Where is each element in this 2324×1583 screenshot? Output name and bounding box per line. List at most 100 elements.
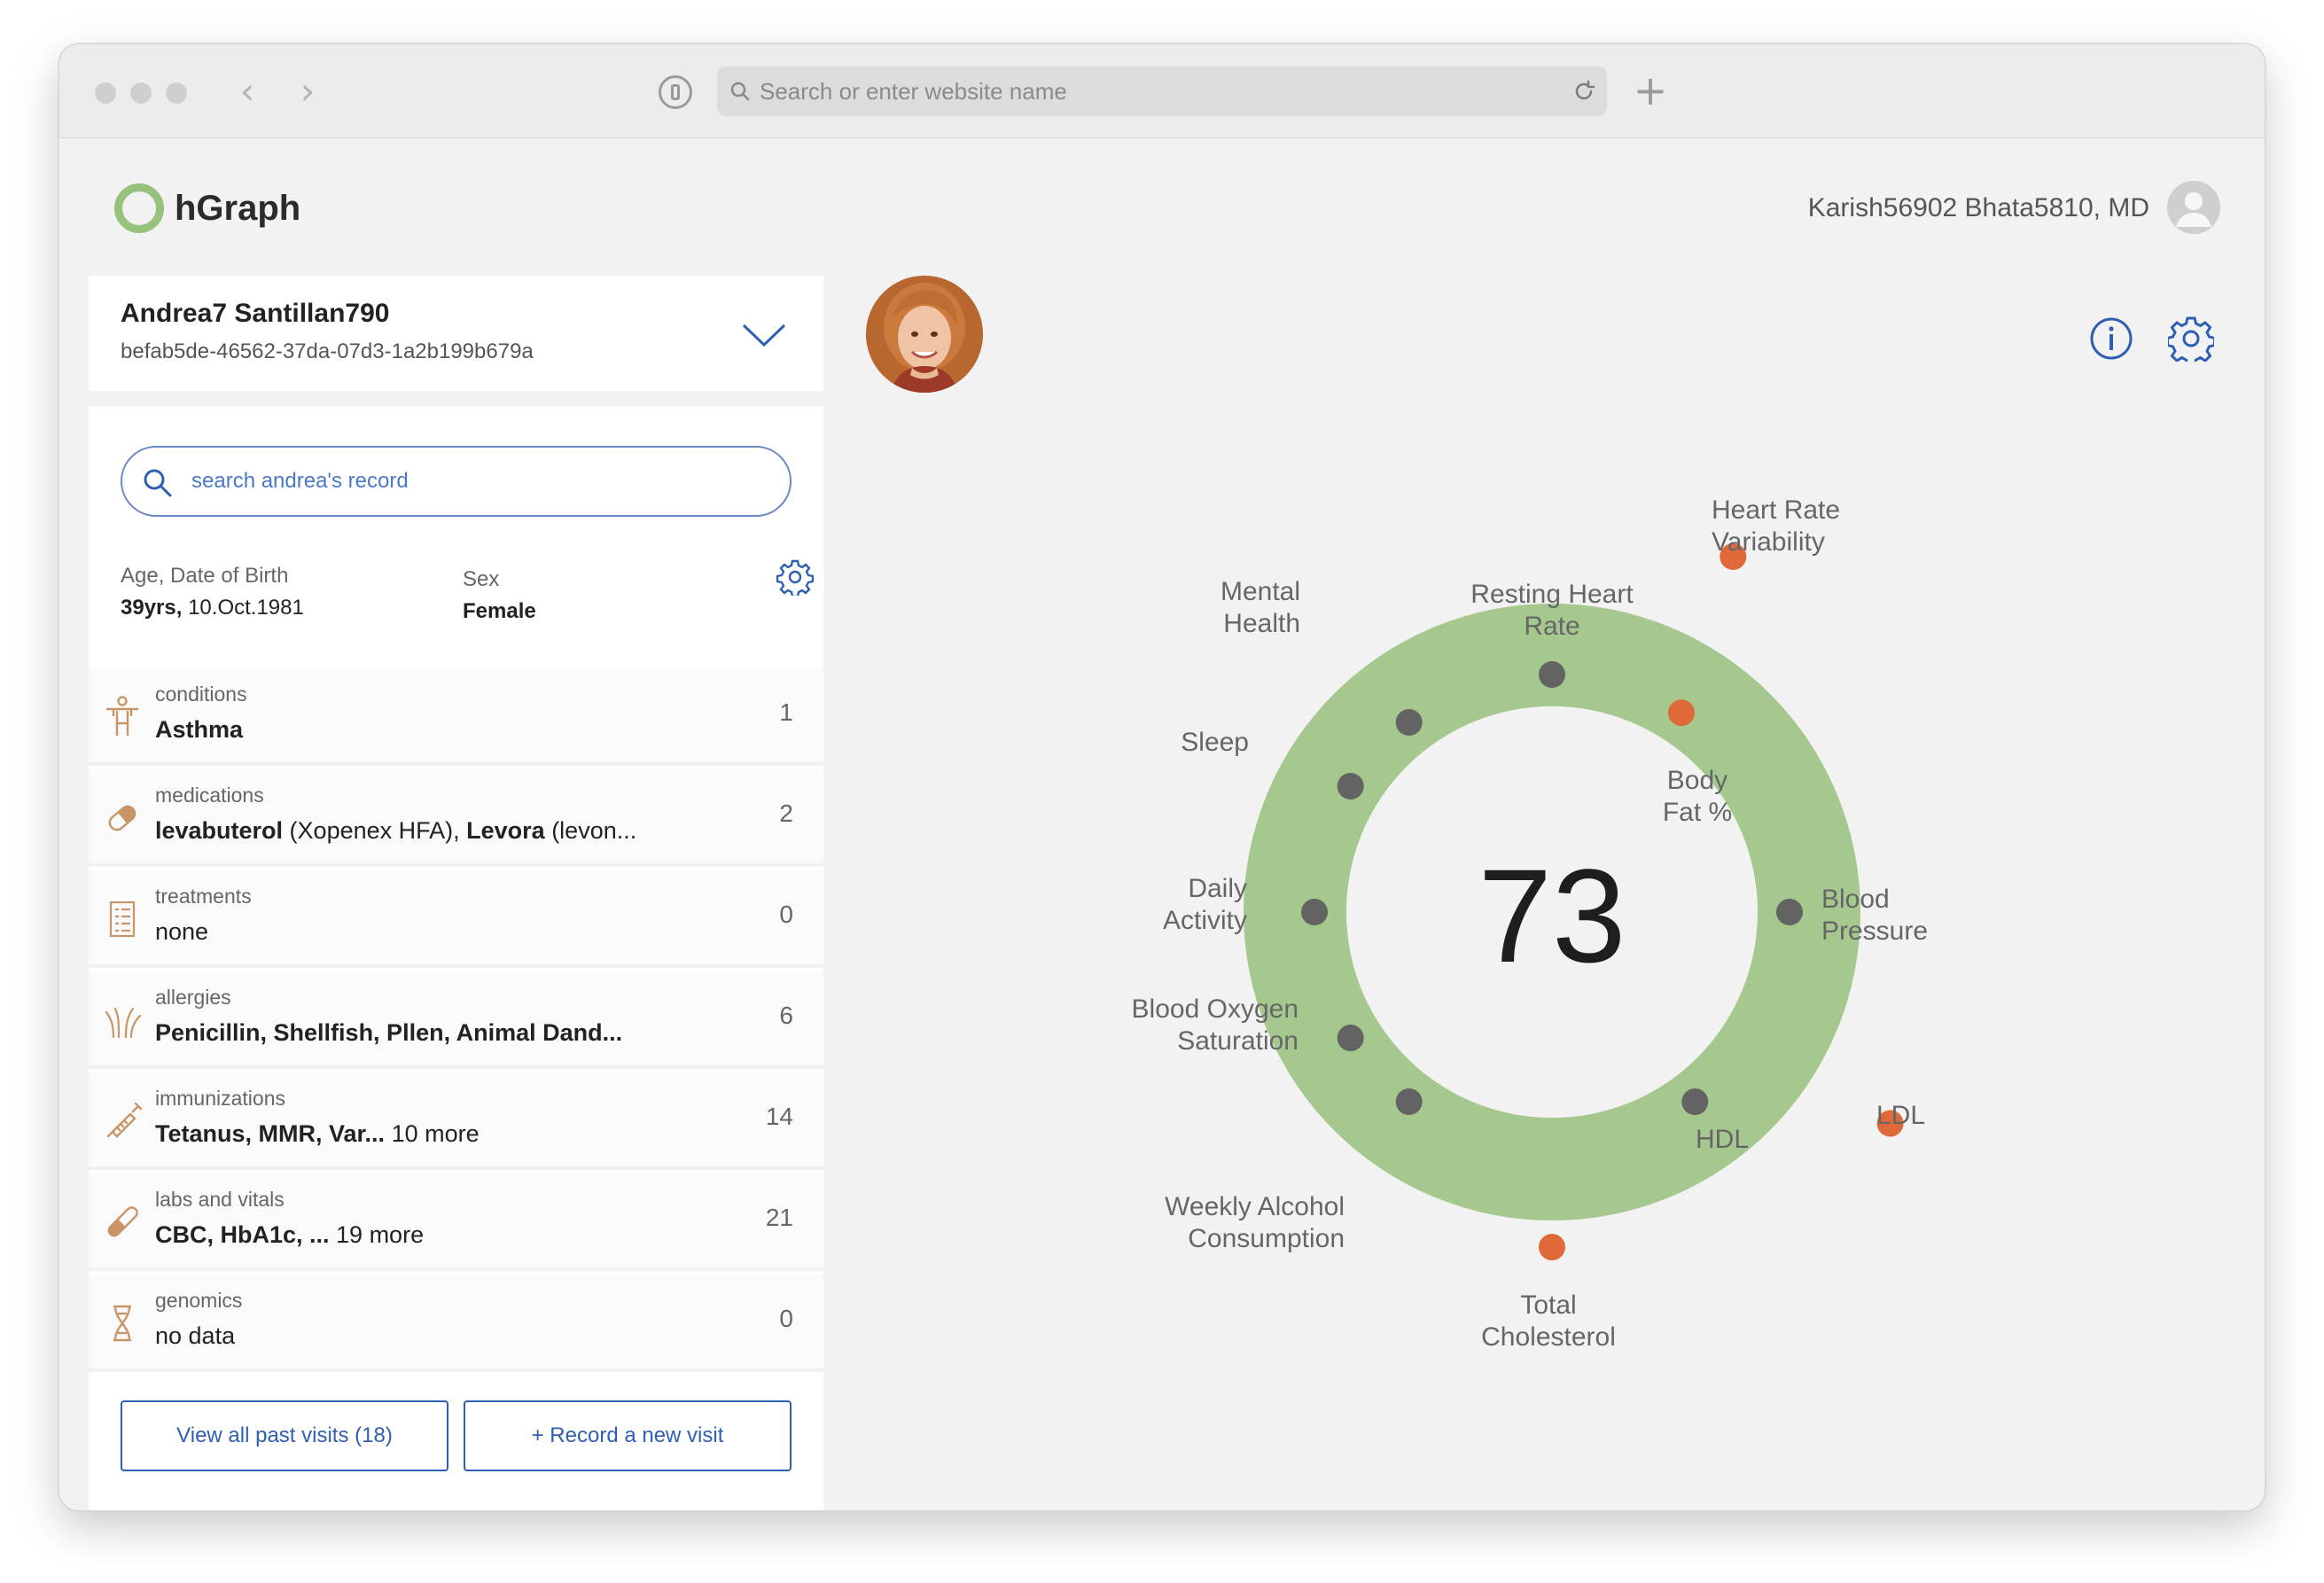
category-count: 6 [779, 1002, 793, 1029]
age-value: 39yrs, [121, 596, 183, 620]
metric-point[interactable] [1539, 661, 1565, 688]
metric-point[interactable] [1337, 773, 1364, 799]
category-value: Asthma [155, 716, 244, 743]
medication-detail: (levon... [544, 817, 637, 844]
metric-label: Total Cholesterol [1481, 1291, 1616, 1352]
metric-point[interactable] [1668, 699, 1695, 727]
patient-record-panel: Age, Date of Birth 39yrs, 10.Oct.1981 Se… [89, 406, 823, 1510]
patient-selector[interactable]: Andrea7 Santillan790 befab5de-46562-37da… [89, 276, 823, 391]
category-label: labs and vitals [155, 1188, 285, 1211]
age-dob-value: 39yrs, 10.Oct.1981 [121, 596, 304, 620]
category-label: conditions [155, 682, 247, 706]
record-search-input[interactable] [191, 460, 759, 503]
syringe-icon [106, 1102, 143, 1138]
chevron-down-icon[interactable] [741, 322, 787, 348]
metric-label: Blood Pressure [1821, 885, 1928, 946]
metric-label: Mental Health [1220, 577, 1300, 638]
address-placeholder: Search or enter website name [760, 78, 1067, 105]
forward-icon[interactable]: › [290, 69, 325, 113]
search-icon [730, 82, 750, 101]
healthy-range-ring [1244, 604, 1860, 1220]
category-conditions[interactable]: conditions Asthma 1 [89, 668, 823, 766]
metric-point[interactable] [1876, 1110, 1904, 1137]
category-allergies[interactable]: allergies Penicillin, Shellfish, Pllen, … [89, 971, 823, 1069]
category-count: 1 [779, 698, 793, 726]
category-label: genomics [155, 1289, 243, 1312]
new-tab-icon[interactable]: + [1628, 64, 1673, 117]
category-value: Penicillin, Shellfish, Pllen, Animal Dan… [155, 1019, 623, 1046]
lab-names: CBC, HbA1c, ... [155, 1221, 330, 1248]
search-icon [144, 469, 172, 497]
category-value: CBC, HbA1c, ... 19 more [155, 1221, 424, 1249]
category-count: 21 [765, 1204, 793, 1231]
brand-name: hGraph [175, 188, 301, 228]
category-count: 2 [779, 799, 793, 827]
app-logo[interactable]: hGraph [114, 181, 300, 236]
category-immunizations[interactable]: immunizations Tetanus, MMR, Var... 10 mo… [89, 1072, 823, 1170]
avatar-icon [2167, 181, 2220, 234]
metric-label: Daily Activity [1163, 874, 1247, 935]
medication-name: levabuterol [155, 817, 284, 844]
sex-value: Female [463, 599, 536, 623]
hgraph-logo-icon [114, 183, 164, 233]
metric-point[interactable] [1395, 1088, 1423, 1115]
browser-window: ‹ › Search or enter website name + hGrap… [59, 44, 2265, 1510]
category-label: allergies [155, 986, 231, 1009]
health-score: 73 [1478, 841, 1626, 990]
metric-label: Weekly Alcohol Consumption [1165, 1192, 1345, 1253]
category-count: 0 [779, 1305, 793, 1332]
zoom-window-button[interactable] [166, 82, 187, 104]
category-medications[interactable]: medications levabuterol (Xopenex HFA), L… [89, 769, 823, 867]
category-count: 0 [779, 901, 793, 928]
metric-label: Blood Oxygen Saturation [1132, 994, 1298, 1056]
record-search[interactable] [121, 446, 792, 517]
category-value: none [155, 918, 209, 945]
pill-icon [108, 805, 136, 831]
patient-photo [866, 276, 983, 393]
user-avatar[interactable] [2167, 181, 2220, 234]
privacy-shield-icon[interactable] [659, 75, 692, 109]
patient-name: Andrea7 Santillan790 [121, 299, 390, 328]
metric-point[interactable] [1720, 543, 1747, 570]
person-icon [106, 696, 138, 736]
lab-more: 19 more [329, 1221, 425, 1248]
category-label: medications [155, 784, 264, 807]
test-tube-icon [107, 1206, 138, 1237]
category-value: no data [155, 1322, 236, 1349]
metric-point[interactable] [1539, 1234, 1565, 1260]
app-content: hGraph Karish56902 Bhata5810, MD Andrea7… [59, 138, 2265, 1510]
patient-id: befab5de-46562-37da-07d3-1a2b199b679a [121, 339, 534, 363]
dob-value: 10.Oct.1981 [188, 596, 304, 620]
browser-toolbar: ‹ › Search or enter website name + [59, 44, 2265, 138]
user-name[interactable]: Karish56902 Bhata5810, MD [1808, 188, 2149, 229]
sex-label: Sex [463, 567, 500, 591]
category-treatments[interactable]: treatments none 0 [89, 870, 823, 968]
medication-name: Levora [466, 817, 545, 844]
record-new-visit-button[interactable]: + Record a new visit [464, 1400, 792, 1471]
metric-label: Resting Heart Rate [1470, 580, 1634, 641]
metric-label: HDL [1696, 1125, 1749, 1154]
immunization-names: Tetanus, MMR, Var... [155, 1120, 386, 1147]
immunization-more: 10 more [385, 1120, 480, 1147]
minimize-window-button[interactable] [130, 82, 152, 104]
settings-gear-icon[interactable] [776, 558, 814, 596]
view-past-visits-button[interactable]: View all past visits (18) [121, 1400, 448, 1471]
medication-detail: (Xopenex HFA), [283, 817, 467, 844]
category-value: levabuterol (Xopenex HFA), Levora (levon… [155, 817, 636, 845]
gear-icon[interactable] [2168, 316, 2214, 362]
metric-point[interactable] [1337, 1025, 1364, 1051]
metric-point[interactable] [1681, 1088, 1709, 1115]
back-icon[interactable]: ‹ [230, 69, 265, 113]
allergy-icon [105, 1007, 142, 1039]
metric-label: Sleep [1181, 728, 1249, 757]
metric-point[interactable] [1301, 899, 1328, 925]
category-label: treatments [155, 885, 252, 908]
metric-point[interactable] [1776, 899, 1803, 925]
category-genomics[interactable]: genomics no data 0 [89, 1275, 823, 1372]
close-window-button[interactable] [95, 82, 116, 104]
info-icon[interactable] [2089, 316, 2133, 361]
address-bar[interactable]: Search or enter website name [717, 66, 1607, 116]
metric-point[interactable] [1395, 709, 1423, 736]
category-labs-and-vitals[interactable]: labs and vitals CBC, HbA1c, ... 19 more … [89, 1174, 823, 1271]
reload-icon[interactable] [1571, 79, 1596, 104]
